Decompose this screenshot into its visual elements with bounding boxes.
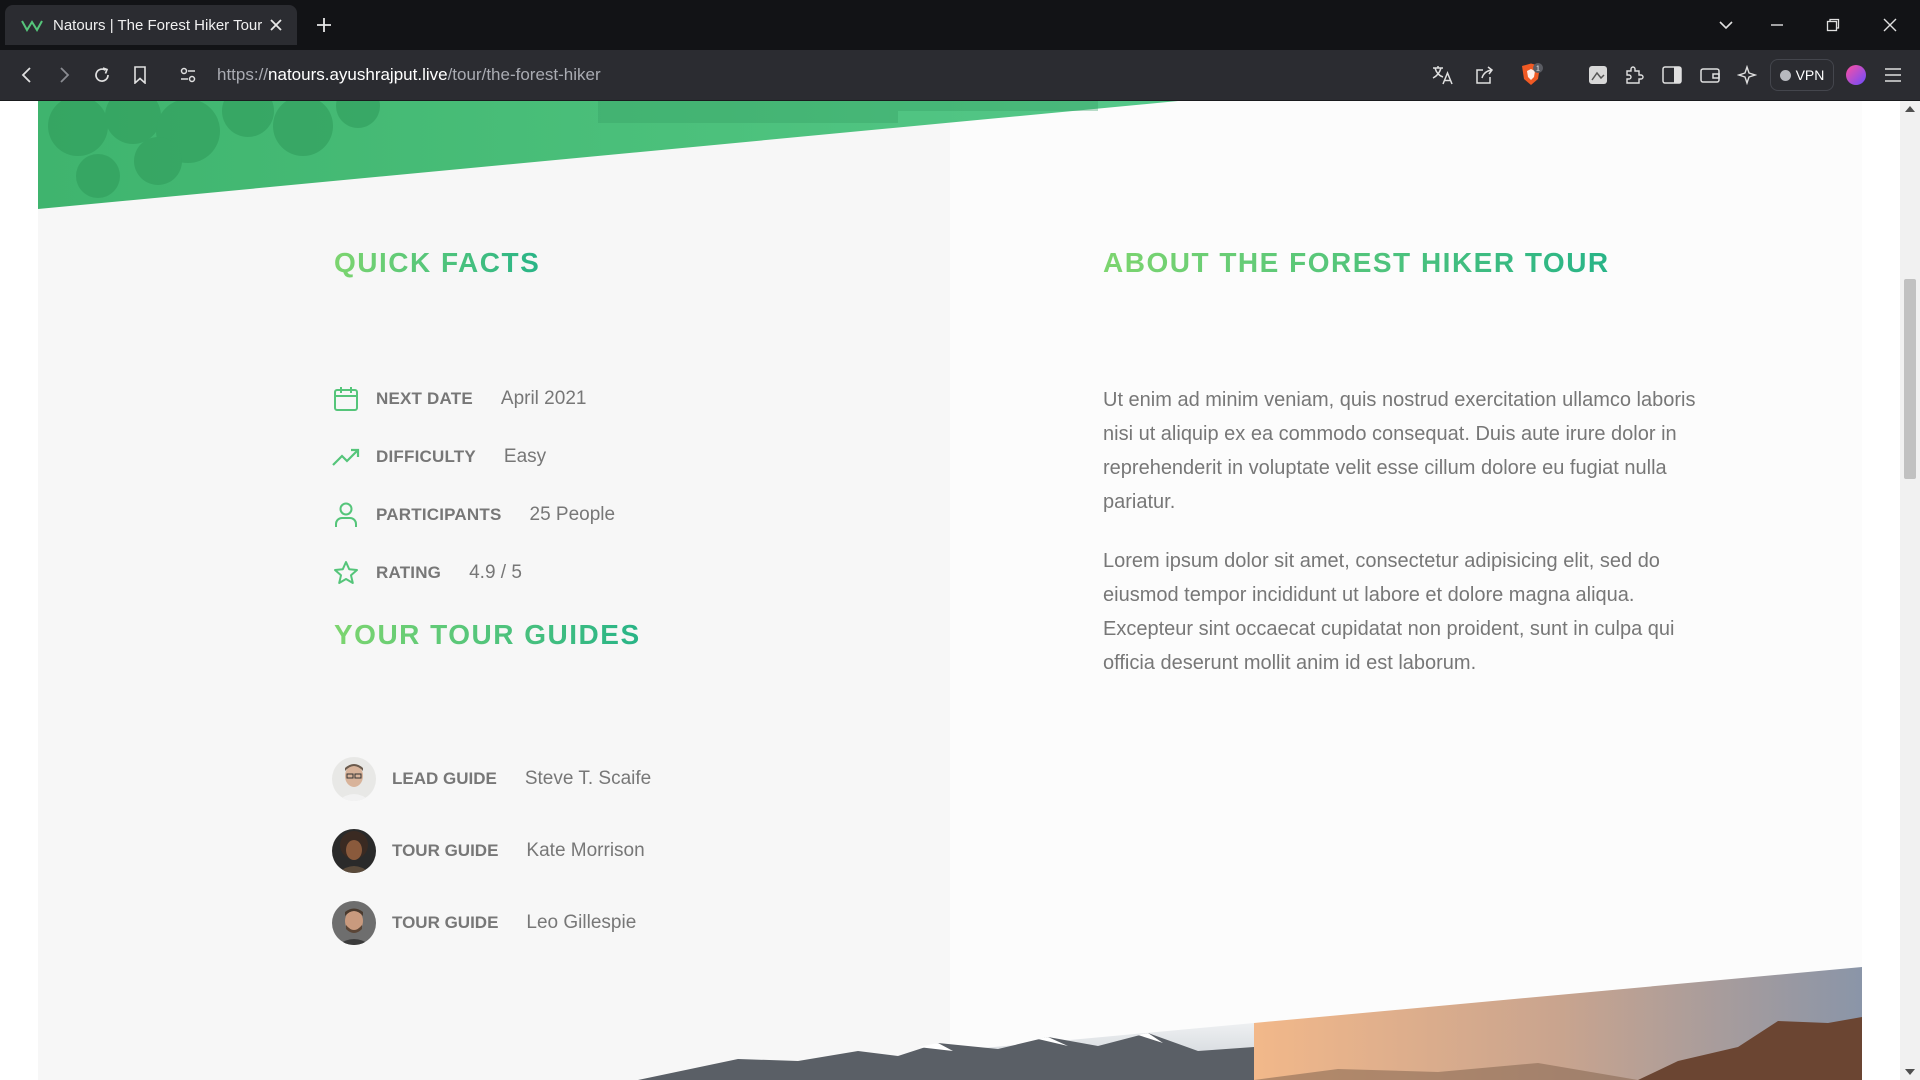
tour-pictures-strip (638, 967, 1862, 1080)
sidebar-toggle-icon[interactable] (1659, 62, 1685, 88)
translate-icon[interactable] (1430, 62, 1456, 88)
guide-avatar (332, 901, 376, 945)
forward-icon[interactable] (52, 63, 76, 87)
fact-difficulty: Difficulty Easy (332, 441, 546, 473)
scroll-down-arrow-icon[interactable] (1905, 1069, 1915, 1075)
fact-rating: Rating 4.9 / 5 (332, 557, 522, 589)
url-path: /tour/the-forest-hiker (447, 65, 601, 84)
browser-tab[interactable]: Natours | The Forest Hiker Tour (5, 5, 297, 45)
shield-count-badge: 1 (1536, 66, 1540, 73)
page-viewport: Quick facts Next date April 2021 Difficu… (0, 101, 1900, 1080)
url-field[interactable]: https://natours.ayushrajput.live/tour/th… (217, 65, 601, 85)
about-heading: About the forest hiker tour (1103, 247, 1610, 278)
menu-icon[interactable] (1880, 62, 1906, 88)
fact-participants: Participants 25 People (332, 499, 615, 531)
close-tab-icon[interactable] (267, 16, 285, 34)
guide-name: Steve T. Scaife (524, 768, 652, 789)
new-tab-icon[interactable] (312, 13, 336, 37)
fact-label: Participants (376, 505, 502, 524)
brave-shields-icon[interactable]: 1 (1518, 62, 1544, 88)
tab-title: Natours | The Forest Hiker Tour (53, 16, 263, 34)
guide-role: Tour guide (392, 841, 499, 860)
guide-role: Lead guide (392, 769, 497, 788)
vpn-button[interactable]: VPN (1770, 59, 1834, 91)
address-toolbar: https://natours.ayushrajput.live/tour/th… (0, 50, 1920, 101)
scrollbar-thumb[interactable] (1904, 279, 1916, 479)
restore-icon[interactable] (1821, 13, 1845, 37)
guide-avatar (332, 757, 376, 801)
bookmark-icon[interactable] (128, 63, 152, 87)
site-settings-icon[interactable] (176, 63, 200, 87)
fact-label: Rating (376, 563, 442, 582)
trending-up-icon (332, 443, 360, 471)
guide-row: Tour guide Kate Morrison (332, 829, 645, 873)
natours-logo-icon (21, 17, 43, 33)
url-host: natours.ayushrajput.live (268, 65, 448, 84)
leo-ai-icon[interactable] (1734, 62, 1760, 88)
tour-guides-heading: Your tour guides (334, 619, 641, 650)
wallet-icon[interactable] (1697, 62, 1723, 88)
url-scheme: https:// (217, 65, 269, 84)
reload-icon[interactable] (90, 63, 114, 87)
close-window-icon[interactable] (1878, 13, 1902, 37)
vpn-label: VPN (1795, 67, 1825, 83)
fact-value: 4.9 / 5 (469, 562, 522, 583)
guide-name: Kate Morrison (526, 840, 645, 861)
header-image-bottom-edge (38, 101, 1178, 209)
about-paragraph: Ut enim ad minim veniam, quis nostrud ex… (1103, 389, 1696, 513)
guide-row: Lead guide Steve T. Scaife (332, 757, 651, 801)
fact-value: 25 People (529, 504, 616, 525)
tab-search-chevron-icon[interactable] (1714, 13, 1738, 37)
star-icon (332, 559, 360, 587)
extensions-icon[interactable] (1621, 62, 1647, 88)
vpn-status-icon (1779, 69, 1791, 81)
quick-facts-heading: Quick facts (334, 247, 541, 278)
fact-label: Next date (376, 389, 473, 408)
guide-avatar (332, 829, 376, 873)
calendar-icon (332, 385, 360, 413)
guide-name: Leo Gillespie (526, 912, 637, 933)
guide-role: Tour guide (392, 913, 499, 932)
about-paragraph: Lorem ipsum dolor sit amet, consectetur … (1103, 550, 1675, 674)
user-icon (332, 501, 360, 529)
minimize-icon[interactable] (1765, 13, 1789, 37)
extension-puzzle-photo-icon[interactable] (1585, 62, 1611, 88)
tour-description-section: Quick facts Next date April 2021 Difficu… (38, 101, 1862, 1080)
fact-value: Easy (503, 446, 547, 467)
scroll-up-arrow-icon[interactable] (1905, 106, 1915, 112)
fact-label: Difficulty (376, 447, 476, 466)
page-scrollbar[interactable] (1900, 101, 1920, 1080)
tab-strip: Natours | The Forest Hiker Tour (0, 0, 1920, 50)
fact-value: April 2021 (500, 388, 587, 409)
guide-row: Tour guide Leo Gillespie (332, 901, 636, 945)
fact-next-date: Next date April 2021 (332, 383, 586, 415)
share-icon[interactable] (1472, 62, 1498, 88)
back-icon[interactable] (15, 63, 39, 87)
profile-avatar-icon[interactable] (1843, 62, 1869, 88)
